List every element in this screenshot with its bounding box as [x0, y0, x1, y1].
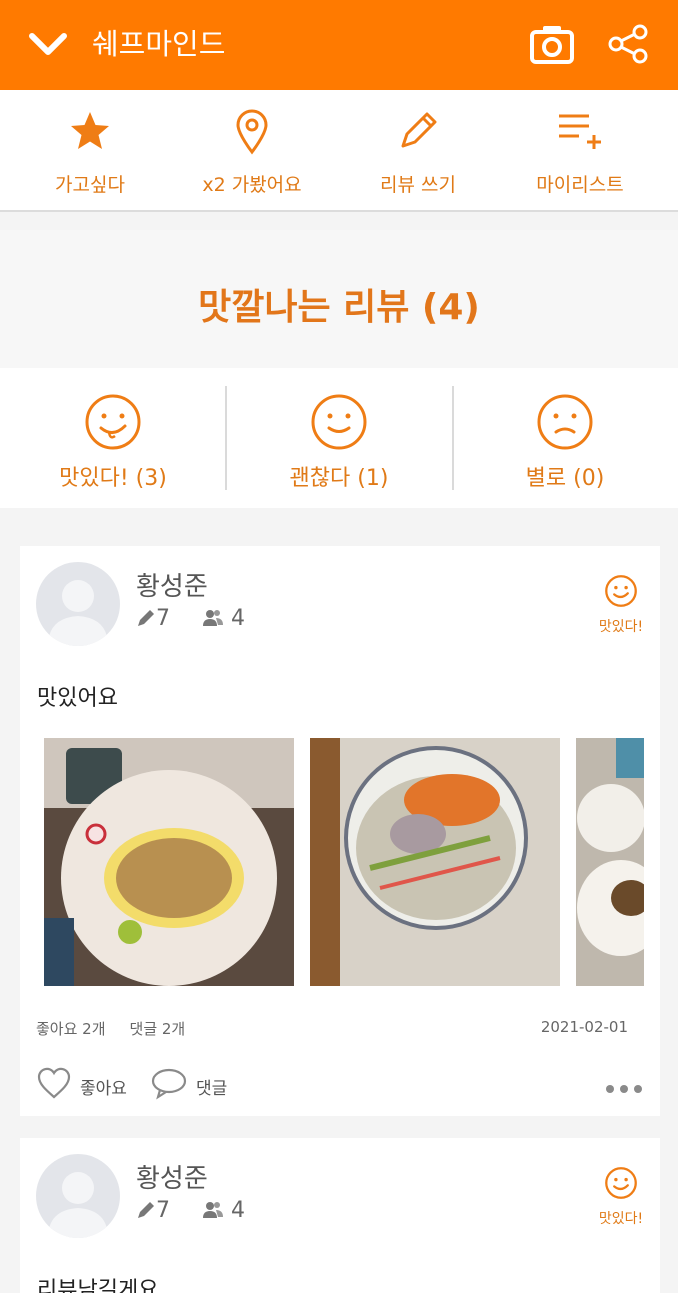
followers-icon: [203, 610, 223, 626]
comment-button-label: 댓글: [196, 1079, 228, 1099]
app-title: 쉐프마인드: [92, 27, 226, 61]
smile-icon: [311, 394, 367, 450]
photo-strip[interactable]: [44, 738, 644, 986]
tongue-smile-icon: [605, 575, 637, 607]
taste-label: 맛있다!: [598, 1211, 644, 1227]
comments-count[interactable]: 댓글 2개: [130, 1020, 186, 1038]
been-there-button[interactable]: x2 가봤어요: [167, 90, 337, 210]
follower-count: 4: [231, 1198, 245, 1223]
avatar[interactable]: [36, 562, 120, 646]
follower-count: 4: [231, 606, 245, 631]
review-count: 7: [156, 1198, 170, 1223]
review-photo[interactable]: [576, 738, 644, 986]
top-app-bar: 쉐프마인드: [0, 0, 678, 90]
action-label: 리뷰 쓰기: [380, 174, 456, 196]
pencil-icon: [401, 112, 437, 148]
share-icon[interactable]: [604, 22, 652, 68]
review-count: 7: [156, 606, 170, 631]
camera-icon[interactable]: [528, 22, 576, 68]
rating-filter-bad[interactable]: 별로 (0): [452, 368, 678, 508]
speech-bubble-icon: [151, 1068, 187, 1100]
action-label: x2 가봤어요: [202, 174, 302, 196]
comment-button[interactable]: 댓글: [150, 1066, 240, 1102]
rating-label: 괜찮다 (1): [289, 466, 389, 491]
want-to-go-button[interactable]: 가고싶다: [5, 90, 175, 210]
rating-label: 맛있다! (3): [59, 466, 167, 491]
action-label: 마이리스트: [536, 174, 624, 196]
rating-label: 별로 (0): [525, 466, 605, 491]
user-name[interactable]: 황성준: [136, 1158, 208, 1195]
review-photo[interactable]: [44, 738, 294, 986]
taste-badge: 맛있다!: [590, 574, 652, 636]
rating-filter-okay[interactable]: 괜찮다 (1): [226, 368, 452, 508]
user-stats: 7 4: [136, 606, 245, 631]
like-button[interactable]: 좋아요: [36, 1066, 136, 1102]
action-bar: 가고싶다 x2 가봤어요 리뷰 쓰기 마이리스트: [0, 90, 678, 212]
more-options-icon[interactable]: [604, 1080, 644, 1093]
tongue-smile-icon: [85, 394, 141, 450]
heart-icon: [37, 1067, 71, 1099]
rating-filter-delicious[interactable]: 맛있다! (3): [0, 368, 226, 508]
tongue-smile-icon: [605, 1167, 637, 1199]
likes-count[interactable]: 좋아요 2개: [36, 1020, 106, 1038]
pencil-icon: [138, 1202, 154, 1218]
taste-badge: 맛있다!: [590, 1166, 652, 1228]
reviews-title: 맛깔나는 리뷰 (4): [198, 287, 480, 328]
review-photo[interactable]: [310, 738, 560, 986]
review-meta: 좋아요 2개 댓글 2개: [36, 1018, 209, 1039]
review-text: 리뷰남길게요: [37, 1278, 159, 1293]
like-button-label: 좋아요: [80, 1079, 127, 1099]
review-card: 황성준 7 4 맛있다! 리뷰남길게요: [20, 1138, 660, 1293]
review-date: 2021-02-01: [540, 1018, 628, 1036]
user-name[interactable]: 황성준: [136, 566, 208, 603]
sad-icon: [537, 394, 593, 450]
followers-icon: [203, 1202, 223, 1218]
action-label: 가고싶다: [55, 174, 125, 196]
reviews-header: 맛깔나는 리뷰 (4): [0, 230, 678, 368]
taste-label: 맛있다!: [598, 619, 644, 635]
pencil-icon: [138, 610, 154, 626]
rating-filter-bar: 맛있다! (3) 괜찮다 (1) 별로 (0): [0, 368, 678, 508]
my-list-button[interactable]: 마이리스트: [495, 90, 665, 210]
star-icon: [71, 112, 109, 149]
chevron-down-icon[interactable]: [24, 22, 72, 68]
location-pin-icon: [236, 109, 268, 155]
user-stats: 7 4: [136, 1198, 245, 1223]
review-card: 황성준 7 4 맛있다! 맛있어요 좋아요 2개 댓글 2개 2021-02-0…: [20, 546, 660, 1116]
review-text: 맛있어요: [37, 686, 118, 711]
list-add-icon: [559, 114, 601, 149]
avatar[interactable]: [36, 1154, 120, 1238]
write-review-button[interactable]: 리뷰 쓰기: [333, 90, 503, 210]
